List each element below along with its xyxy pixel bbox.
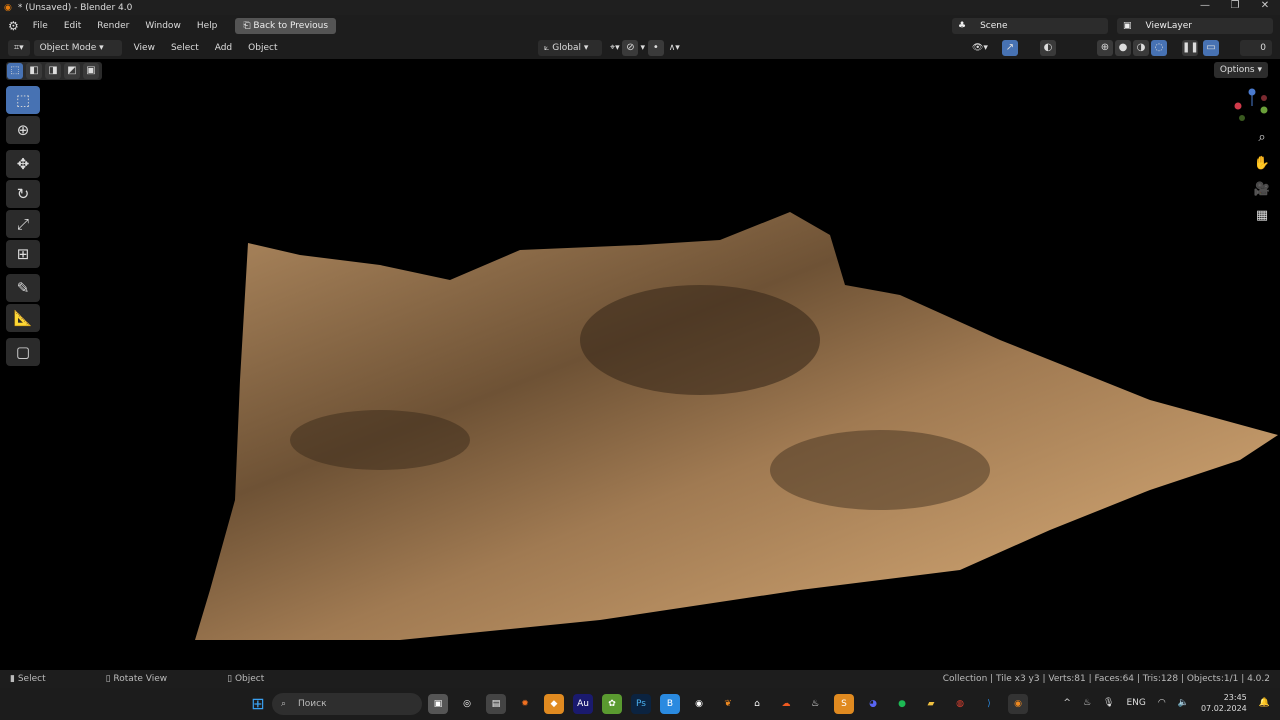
search-icon: ⌕ [281,699,287,709]
discord-icon[interactable]: ◕ [863,694,883,714]
status-select: ▮ Select [10,674,46,684]
cursor-tool[interactable]: ⊕ [6,116,40,144]
search-placeholder: Поиск [298,699,327,709]
terrain-shadow [770,430,990,510]
blender-task-icon[interactable]: ◉ [1008,694,1028,714]
start-button[interactable]: ⊞ [248,694,268,714]
app-icon[interactable]: ◎ [457,694,477,714]
cinema4d-icon[interactable]: ◉ [689,694,709,714]
app-icon[interactable]: S [834,694,854,714]
app-icon[interactable]: ▤ [486,694,506,714]
pinned-apps: ▣ ◎ ▤ ✹ ◆ Au ✿ Ps B ◉ ❦ ⌂ ☁ ♨ S ◕ ● ▰ ◍ … [428,694,1028,714]
time: 23:45 [1223,693,1247,702]
status-rotate: ▯ Rotate View [105,674,168,684]
language-indicator[interactable]: ENG [1126,698,1145,708]
status-rotate-label: Rotate View [113,674,168,684]
select-box-tool[interactable]: ⬚ [6,86,40,114]
measure-tool[interactable]: 📐 [6,304,40,332]
add-cube-tool[interactable]: ▢ [6,338,40,366]
navigation-gizmo[interactable] [1234,88,1270,124]
microphone-icon[interactable]: 🎙 [1103,698,1114,708]
chrome-icon[interactable]: ◍ [950,694,970,714]
move-tool[interactable]: ✥ [6,150,40,178]
soundcloud-icon[interactable]: ☁ [776,694,796,714]
app-icon[interactable]: ⌂ [747,694,767,714]
app-icon[interactable]: ✹ [515,694,535,714]
camera-icon[interactable]: 🎥 [1252,182,1272,202]
navigation-buttons: ⌕ ✋ 🎥 ▦ [1252,130,1272,228]
audition-icon[interactable]: Au [573,694,593,714]
clock[interactable]: 23:45 07.02.2024 [1201,692,1247,714]
status-select-label: Select [17,674,46,684]
app-icon-b[interactable]: B [660,694,680,714]
terrain-shadow [290,410,470,470]
scale-tool[interactable]: ⤢ [6,210,40,238]
transform-tool[interactable]: ⊞ [6,240,40,268]
rotate-tool[interactable]: ↻ [6,180,40,208]
status-bar: ▮ Select ▯ Rotate View ▯ Object Collecti… [0,670,1280,688]
zoom-icon[interactable]: ⌕ [1252,130,1272,150]
scene-stats: Collection | Tile x3 y3 | Verts:81 | Fac… [942,674,1270,684]
system-tray: ^ ♨ 🎙 ENG ◠ 🔈 23:45 07.02.2024 🔔 [1063,692,1270,714]
explorer-icon[interactable]: ▰ [921,694,941,714]
status-object: ▯ Object [227,674,265,684]
flstudio-icon[interactable]: ❦ [718,694,738,714]
steam-icon[interactable]: ♨ [805,694,825,714]
steam-tray-icon[interactable]: ♨ [1083,698,1091,708]
annotate-tool[interactable]: ✎ [6,274,40,302]
spotify-icon[interactable]: ● [892,694,912,714]
taskbar-search[interactable]: ⌕ Поиск [272,693,422,715]
grid-perspective-icon[interactable]: ▦ [1252,208,1272,228]
terrain-viewport[interactable] [0,0,1280,720]
volume-icon[interactable]: 🔈 [1178,698,1189,708]
date: 07.02.2024 [1200,704,1247,713]
crater-shadow [580,285,820,395]
taskbar: ⊞ ⌕ Поиск ▣ ◎ ▤ ✹ ◆ Au ✿ Ps B ◉ ❦ ⌂ ☁ ♨ S… [0,688,1280,720]
app-icon[interactable]: ◆ [544,694,564,714]
photoshop-icon[interactable]: Ps [631,694,651,714]
task-view-icon[interactable]: ▣ [428,694,448,714]
status-object-label: Object [234,674,265,684]
tool-shelf: ⬚ ⊕ ✥ ↻ ⤢ ⊞ ✎ 📐 ▢ [6,86,42,366]
vscode-icon[interactable]: ⟩ [979,694,999,714]
pan-hand-icon[interactable]: ✋ [1252,156,1272,176]
notification-bell-icon[interactable]: 🔔 [1259,698,1270,708]
wifi-icon[interactable]: ◠ [1158,698,1166,708]
app-icon[interactable]: ✿ [602,694,622,714]
tray-overflow-icon[interactable]: ^ [1063,698,1071,708]
